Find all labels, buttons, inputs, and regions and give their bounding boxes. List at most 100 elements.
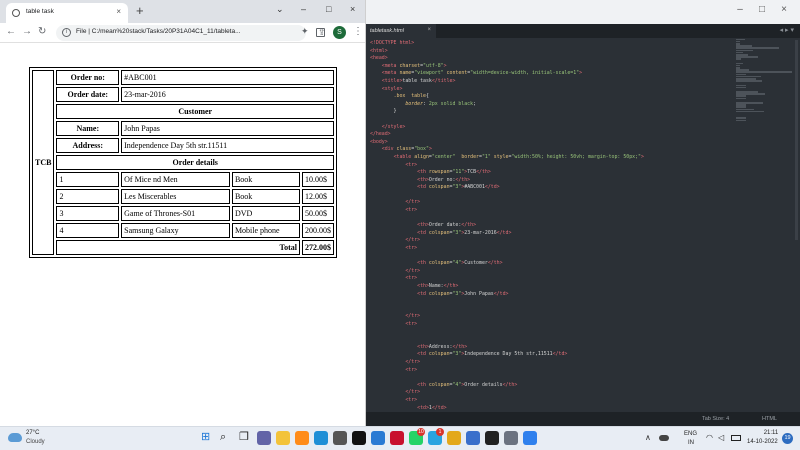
tab-close-icon[interactable]: ×	[116, 7, 121, 16]
weather-temperature[interactable]: 27°C	[26, 430, 39, 436]
code-line[interactable]: </tr>	[370, 237, 726, 245]
code-line[interactable]: .box table{	[370, 93, 726, 101]
code-line[interactable]: <td colspan="3">23-mar-2016</td>	[370, 230, 726, 238]
maximize-button[interactable]: □	[326, 4, 331, 14]
tab-search-chevron-icon[interactable]: ⌄	[276, 4, 284, 15]
code-line[interactable]	[370, 298, 726, 306]
clock-date[interactable]: 14-10-2022	[747, 439, 778, 445]
code-line[interactable]: <style>	[370, 86, 726, 94]
code-line[interactable]: <tr>	[370, 321, 726, 329]
code-line[interactable]: <th>Name:</th>	[370, 283, 726, 291]
code-line[interactable]: <tr>	[370, 162, 726, 170]
editor-tab-close-icon[interactable]: ×	[427, 27, 431, 33]
code-line[interactable]	[370, 336, 726, 344]
onedrive-icon[interactable]	[659, 435, 669, 441]
code-line[interactable]: </tr>	[370, 199, 726, 207]
code-line[interactable]: <th colspan="4">Customer</th>	[370, 260, 726, 268]
file-explorer-app-icon[interactable]	[276, 431, 290, 445]
code-line[interactable]: }	[370, 108, 726, 116]
tab-overflow-icon[interactable]: ◂ ▸ ▾	[780, 26, 794, 34]
code-line[interactable]: <table align="center" border="1" style="…	[370, 154, 726, 162]
search-button-icon[interactable]: ⌕	[220, 430, 226, 444]
tab-size-indicator[interactable]: Tab Size: 4	[702, 416, 729, 422]
code-line[interactable]: <head>	[370, 55, 726, 63]
code-line[interactable]: <th colspan="4">Order details</th>	[370, 382, 726, 390]
code-line[interactable]	[370, 116, 726, 124]
notification-center-badge[interactable]: 19	[782, 433, 793, 444]
code-line[interactable]	[370, 329, 726, 337]
syntax-indicator[interactable]: HTML	[762, 416, 777, 422]
code-line[interactable]: <th>Order no:</th>	[370, 177, 726, 185]
chrome-app-icon[interactable]	[447, 431, 461, 445]
forward-arrow-icon[interactable]: →	[22, 26, 32, 37]
code-line[interactable]: </tr>	[370, 268, 726, 276]
code-line[interactable]	[370, 215, 726, 223]
clock-time[interactable]: 21:11	[756, 430, 786, 436]
code-line[interactable]	[370, 192, 726, 200]
battery-icon[interactable]	[731, 435, 741, 441]
profile-avatar[interactable]: S	[333, 26, 346, 39]
chevron-up-icon[interactable]: ∧	[645, 433, 651, 442]
back-arrow-icon[interactable]: ←	[6, 26, 16, 37]
code-line[interactable]: <html>	[370, 48, 726, 56]
kebab-menu-icon[interactable]: ⋮	[353, 26, 363, 37]
editor-file-tab[interactable]: tabletask.html ×	[366, 24, 436, 38]
settings-app-icon[interactable]	[504, 431, 518, 445]
code-line[interactable]: <th>Address:</th>	[370, 344, 726, 352]
reload-icon[interactable]: ↻	[38, 26, 46, 37]
code-line[interactable]: <tr>	[370, 367, 726, 375]
code-line[interactable]: </tr>	[370, 313, 726, 321]
code-line[interactable]: border: 2px solid black;	[370, 101, 726, 109]
info-icon[interactable]: i	[62, 28, 71, 37]
dell-app-icon[interactable]	[352, 431, 366, 445]
code-line[interactable]: <tr>	[370, 207, 726, 215]
code-line[interactable]: <tr>	[370, 245, 726, 253]
code-line[interactable]: <th>Order date:</th>	[370, 222, 726, 230]
edge-app-icon[interactable]	[314, 431, 328, 445]
code-line[interactable]: </style>	[370, 124, 726, 132]
code-line[interactable]: <div class="box">	[370, 146, 726, 154]
terminal-app-icon[interactable]	[485, 431, 499, 445]
code-line[interactable]: <body>	[370, 139, 726, 147]
start-button-icon[interactable]: ⊞	[201, 430, 210, 444]
code-line[interactable]	[370, 306, 726, 314]
code-line[interactable]: <meta charset="utf-8">	[370, 63, 726, 71]
photos-app-icon[interactable]	[466, 431, 480, 445]
language-indicator[interactable]: ENG	[684, 431, 697, 437]
teams-app-icon[interactable]	[257, 431, 271, 445]
keyboard-region[interactable]: IN	[688, 440, 694, 446]
microsoft-store-app-icon[interactable]	[333, 431, 347, 445]
code-line[interactable]: <!DOCTYPE html>	[370, 40, 726, 48]
code-line[interactable]: <td>1</td>	[370, 405, 726, 413]
code-area[interactable]: <!DOCTYPE html> <html> <head> <meta charse…	[366, 38, 726, 412]
sublime-text-app-icon[interactable]	[295, 431, 309, 445]
code-line[interactable]: <th rowspan="11">TCB</th>	[370, 169, 726, 177]
mail-app-icon[interactable]	[371, 431, 385, 445]
task-view-button-icon[interactable]: ❐	[239, 430, 249, 444]
new-tab-button[interactable]: +	[136, 3, 144, 18]
code-line[interactable]: </tr>	[370, 359, 726, 367]
editor-close-button[interactable]: ×	[764, 4, 800, 15]
minimize-button[interactable]: –	[301, 4, 306, 14]
code-line[interactable]	[370, 374, 726, 382]
code-line[interactable]: <td colspan="3">#ABC001</td>	[370, 184, 726, 192]
url-text[interactable]: File | C:/mean%20stack/Tasks/20P31A04C1_…	[76, 28, 241, 35]
cloud-icon[interactable]	[8, 433, 22, 442]
editor-scrollbar[interactable]	[795, 40, 798, 240]
code-line[interactable]	[370, 253, 726, 261]
code-line[interactable]: <tr>	[370, 275, 726, 283]
code-line[interactable]: </tr>	[370, 389, 726, 397]
address-bar[interactable]: i File | C:/mean%20stack/Tasks/20P31A04C…	[56, 25, 344, 41]
close-window-button[interactable]: ×	[350, 4, 355, 14]
code-line[interactable]: <tr>	[370, 397, 726, 405]
code-line[interactable]: <meta name="viewport" content="width=dev…	[370, 70, 726, 78]
weather-description[interactable]: Cloudy	[26, 439, 45, 445]
code-line[interactable]: <td colspan="3">Independence Day 5th str…	[370, 351, 726, 359]
code-line[interactable]: <title>table task</title>	[370, 78, 726, 86]
minimap[interactable]	[736, 38, 800, 148]
volume-icon[interactable]: ◁	[718, 433, 724, 442]
gallery-app-icon[interactable]	[523, 431, 537, 445]
extensions-puzzle-icon[interactable]: ✦	[301, 26, 309, 37]
wifi-icon[interactable]: ◠	[706, 433, 713, 442]
code-line[interactable]: <td colspan="3">John Papas</td>	[370, 291, 726, 299]
